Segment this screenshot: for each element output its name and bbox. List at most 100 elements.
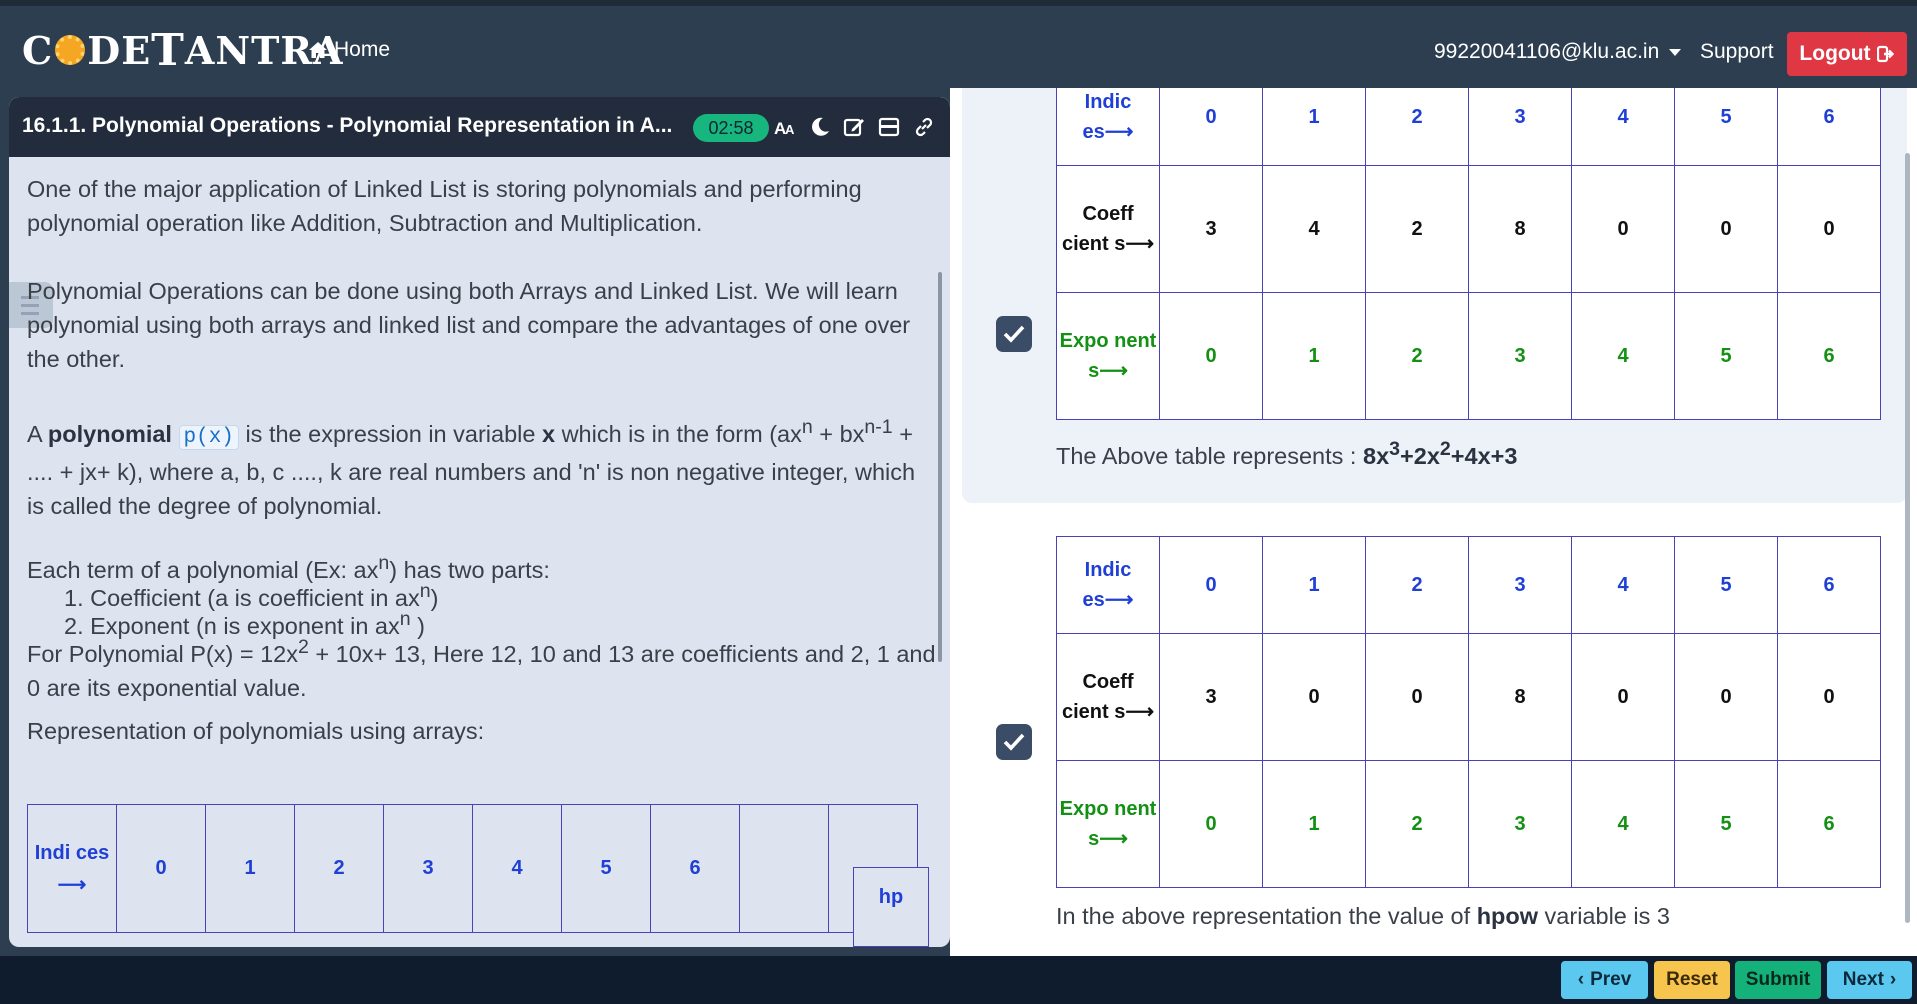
option-card-1[interactable]: Indic es⟶ 0 1 2 3 4 5 6 Coeff cient s⟶ 3…	[962, 88, 1907, 503]
exponent-cell: 5	[1674, 292, 1778, 420]
home-icon	[309, 42, 327, 58]
coefficient-cell: 0	[1674, 633, 1778, 761]
chevron-down-icon	[1669, 48, 1682, 56]
index-cell: 2	[1365, 536, 1469, 634]
coefficient-cell: 8	[1468, 165, 1572, 293]
checkbox-checked-icon[interactable]	[996, 316, 1032, 352]
coefficient-cell: 3	[1159, 633, 1263, 761]
option-1-caption: The Above table represents : 8x3+2x2+4x+…	[1056, 438, 1518, 469]
example-paragraph: For Polynomial P(x) = 12x2 + 10x+ 13, He…	[27, 636, 936, 701]
exponent-cell: 3	[1468, 292, 1572, 420]
index-cell: 0	[1159, 536, 1263, 634]
index-cell: 6	[1777, 536, 1881, 634]
header-exponents: Expo nent s⟶	[1056, 760, 1160, 888]
coefficient-cell: 0	[1571, 165, 1675, 293]
logout-label: Logout	[1799, 42, 1871, 65]
coefficient-cell: 4	[1262, 165, 1366, 293]
index-cell: 0	[1159, 88, 1263, 166]
options-scrollbar[interactable]	[1905, 153, 1910, 923]
table-cell: 5	[561, 804, 651, 933]
index-cell: 6	[1777, 88, 1881, 166]
header-coefficients: Coeff cient s⟶	[1056, 165, 1160, 293]
timer-badge: 02:58	[693, 114, 769, 142]
exponent-cell: 0	[1159, 292, 1263, 420]
table-cell: 1	[205, 804, 295, 933]
arrays-heading: Representation of polynomials using arra…	[27, 718, 485, 744]
sign-out-icon	[1876, 45, 1894, 63]
bottom-action-bar: ‹ Prev Reset Submit Next ›	[0, 956, 1917, 1004]
table-cell: 0	[116, 804, 206, 933]
question-header: 16.1.1. Polynomial Operations - Polynomi…	[9, 97, 950, 157]
index-cell: 3	[1468, 536, 1572, 634]
option-2-table: Indic es⟶ 0 1 2 3 4 5 6 Coeff cient s⟶ 3…	[1056, 536, 1881, 888]
exponent-cell: 2	[1365, 760, 1469, 888]
user-email: 99220041106@klu.ac.in	[1434, 40, 1660, 63]
hp-pointer-box: hp	[853, 867, 929, 947]
exponent-cell: 0	[1159, 760, 1263, 888]
logout-button[interactable]: Logout	[1787, 32, 1907, 76]
header-coefficients: Coeff cient s⟶	[1056, 633, 1160, 761]
coefficient-cell: 8	[1468, 633, 1572, 761]
table-cell: 4	[472, 804, 562, 933]
table-cell: 6	[650, 804, 740, 933]
code-snippet: p(x)	[178, 424, 239, 450]
index-cell: 2	[1365, 88, 1469, 166]
coefficient-cell: 0	[1365, 633, 1469, 761]
exponent-cell: 2	[1365, 292, 1469, 420]
coefficient-cell: 2	[1365, 165, 1469, 293]
codetantra-logo[interactable]: C DE T ANTRA	[22, 25, 343, 76]
index-cell: 4	[1571, 88, 1675, 166]
question-panel: 16.1.1. Polynomial Operations - Polynomi…	[9, 97, 950, 947]
table-header-indices: Indi ces ⟶	[27, 804, 117, 933]
index-cell: 5	[1674, 536, 1778, 634]
dark-mode-moon-icon[interactable]	[808, 115, 832, 139]
options-panel: Indic es⟶ 0 1 2 3 4 5 6 Coeff cient s⟶ 3…	[950, 88, 1917, 956]
coefficient-cell: 0	[1571, 633, 1675, 761]
coefficient-cell: 0	[1262, 633, 1366, 761]
submit-button[interactable]: Submit	[1735, 961, 1821, 999]
link-icon[interactable]	[912, 115, 936, 139]
intro-paragraph: One of the major application of Linked L…	[27, 176, 862, 236]
option-2-caption: In the above representation the value of…	[1056, 903, 1670, 929]
exponent-cell: 4	[1571, 760, 1675, 888]
polynomial-definition: A polynomial p(x) is the expression in v…	[27, 416, 916, 519]
chevron-right-icon: ›	[1889, 969, 1897, 990]
prev-button[interactable]: ‹ Prev	[1561, 961, 1648, 999]
svg-text:A: A	[785, 122, 795, 137]
chevron-left-icon: ‹	[1577, 969, 1585, 990]
exponent-cell: 1	[1262, 292, 1366, 420]
checkbox-checked-icon[interactable]	[996, 724, 1032, 760]
font-size-icon[interactable]: AA	[773, 115, 797, 139]
exponent-cell: 6	[1777, 292, 1881, 420]
table-cell: 3	[383, 804, 473, 933]
index-cell: 1	[1262, 88, 1366, 166]
home-link[interactable]: Home	[308, 38, 390, 62]
option-card-2[interactable]: Indic es⟶ 0 1 2 3 4 5 6 Coeff cient s⟶ 3…	[962, 536, 1907, 956]
home-label: Home	[334, 38, 391, 61]
reset-button[interactable]: Reset	[1654, 961, 1730, 999]
index-cell: 5	[1674, 88, 1778, 166]
index-cell: 3	[1468, 88, 1572, 166]
option-1-table: Indic es⟶ 0 1 2 3 4 5 6 Coeff cient s⟶ 3…	[1056, 88, 1881, 420]
index-cell: 4	[1571, 536, 1675, 634]
content-scrollbar[interactable]	[938, 272, 942, 662]
exponent-cell: 4	[1571, 292, 1675, 420]
sun-logo-icon	[55, 35, 86, 65]
top-navbar: C DE T ANTRA Home 99220041106@klu.ac.in Sup…	[0, 0, 1917, 88]
array-representation-table: Indi ces ⟶ 0 1 2 3 4 5 6	[27, 804, 918, 933]
coefficient-cell: 3	[1159, 165, 1263, 293]
header-exponents: Expo nent s⟶	[1056, 292, 1160, 420]
edit-icon[interactable]	[842, 115, 866, 139]
question-title: 16.1.1. Polynomial Operations - Polynomi…	[22, 114, 673, 137]
table-cell: 2	[294, 804, 384, 933]
index-cell: 1	[1262, 536, 1366, 634]
next-button[interactable]: Next ›	[1827, 961, 1912, 999]
coefficient-cell: 0	[1674, 165, 1778, 293]
layout-toggle-icon[interactable]	[877, 115, 901, 139]
exponent-cell: 1	[1262, 760, 1366, 888]
header-indices: Indic es⟶	[1056, 88, 1160, 166]
support-link[interactable]: Support	[1700, 40, 1774, 64]
exponent-cell: 3	[1468, 760, 1572, 888]
user-account-dropdown[interactable]: 99220041106@klu.ac.in	[1434, 40, 1682, 64]
table-cell	[739, 804, 829, 933]
